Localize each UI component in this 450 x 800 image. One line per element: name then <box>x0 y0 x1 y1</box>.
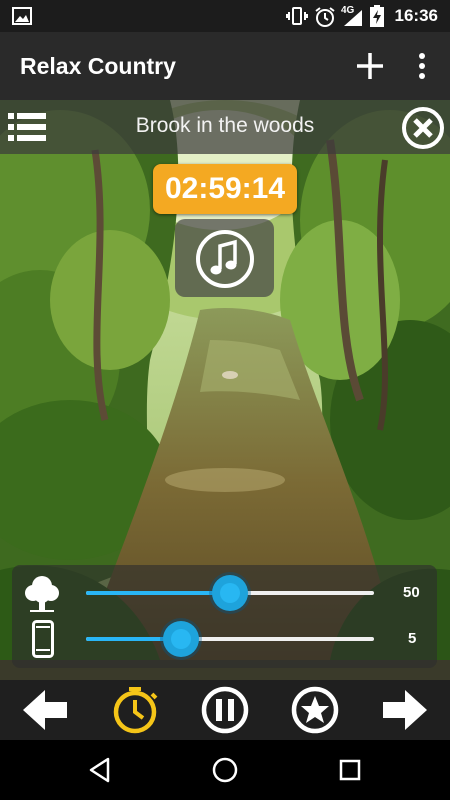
timer-display[interactable]: 02:59:14 <box>153 164 297 214</box>
pause-icon[interactable] <box>200 685 250 735</box>
vibrate-icon <box>286 7 308 25</box>
tree-icon <box>25 576 59 612</box>
status-bar: 4G 16:36 <box>0 0 450 32</box>
phone-icon <box>32 620 54 658</box>
previous-arrow-icon[interactable] <box>20 685 70 735</box>
home-circle-icon[interactable] <box>211 756 239 784</box>
back-triangle-icon[interactable] <box>86 756 114 784</box>
device-volume-track[interactable] <box>86 637 374 641</box>
recents-square-icon[interactable] <box>336 756 364 784</box>
device-volume-slider-knob[interactable] <box>163 621 200 657</box>
nature-volume-slider-knob[interactable] <box>212 575 248 611</box>
sound-title-strip: Brook in the woods <box>0 100 450 154</box>
app-title: Relax Country <box>20 53 176 79</box>
system-nav-bar <box>0 740 450 800</box>
add-icon[interactable] <box>354 50 386 82</box>
nature-volume-value: 50 <box>403 584 420 601</box>
signal-icon <box>344 10 362 26</box>
clock-time: 16:36 <box>394 6 438 25</box>
list-menu-icon[interactable] <box>8 112 46 142</box>
close-circle-icon[interactable] <box>402 107 444 149</box>
nature-volume-fill <box>86 591 230 595</box>
timer-clock-icon[interactable] <box>110 685 160 735</box>
app-bar: Relax Country <box>0 32 450 100</box>
more-vert-icon[interactable] <box>412 50 432 82</box>
favorite-star-icon[interactable] <box>290 685 340 735</box>
music-button[interactable] <box>175 219 274 297</box>
battery-charging-icon <box>370 5 384 27</box>
sound-title: Brook in the woods <box>135 114 315 137</box>
next-arrow-icon[interactable] <box>380 685 430 735</box>
playback-controls <box>0 680 450 740</box>
image-icon <box>12 7 32 25</box>
music-note-icon <box>196 230 254 288</box>
volume-mixer-panel: 50 5 <box>12 565 437 668</box>
alarm-icon <box>315 7 335 27</box>
device-volume-value: 5 <box>408 630 417 647</box>
